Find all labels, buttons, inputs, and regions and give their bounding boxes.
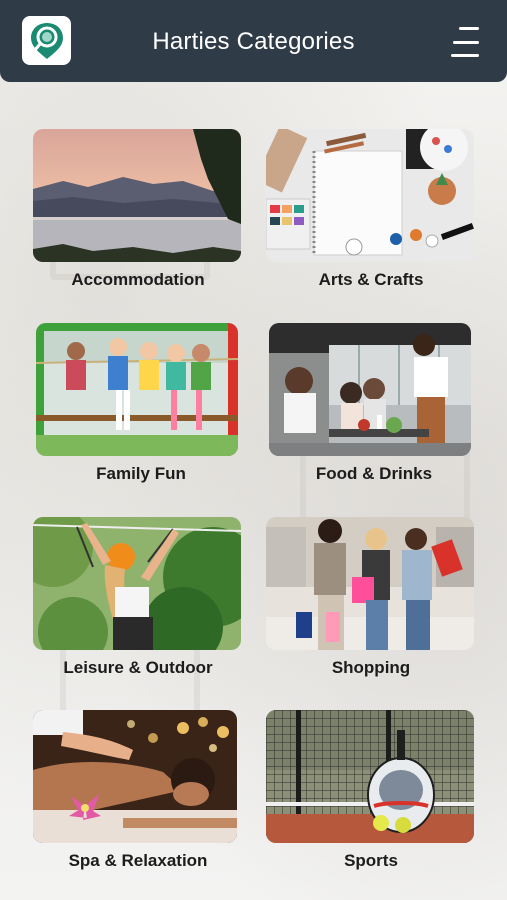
spa-massage-image [33,710,237,843]
category-grid: Accommodation Arts & Crafts Family Fun F… [0,0,507,900]
category-label: Arts & Crafts [318,270,424,289]
category-card-shopping[interactable]: Shopping [266,517,476,677]
shopping-friends-image [266,517,474,650]
category-card-sports[interactable]: Sports [266,710,476,870]
category-card-family-fun[interactable]: Family Fun [36,323,246,483]
zipline-image [33,517,241,650]
category-label: Spa & Relaxation [68,851,208,870]
category-label: Food & Drinks [315,464,433,483]
category-label: Leisure & Outdoor [63,658,213,677]
category-label: Family Fun [96,464,186,483]
category-label: Shopping [331,658,411,677]
art-supplies-image [266,129,474,262]
category-card-arts-crafts[interactable]: Arts & Crafts [266,129,476,289]
padel-racket-image [266,710,474,843]
category-label: Sports [344,851,398,870]
kids-rope-course-image [36,323,238,456]
category-card-leisure-outdoor[interactable]: Leisure & Outdoor [33,517,243,677]
lake-sunset-image [33,129,241,262]
category-card-accommodation[interactable]: Accommodation [33,129,243,289]
category-card-food-drinks[interactable]: Food & Drinks [269,323,479,483]
restaurant-dining-image [269,323,471,456]
category-label: Accommodation [71,270,205,289]
category-card-spa-relaxation[interactable]: Spa & Relaxation [33,710,243,870]
